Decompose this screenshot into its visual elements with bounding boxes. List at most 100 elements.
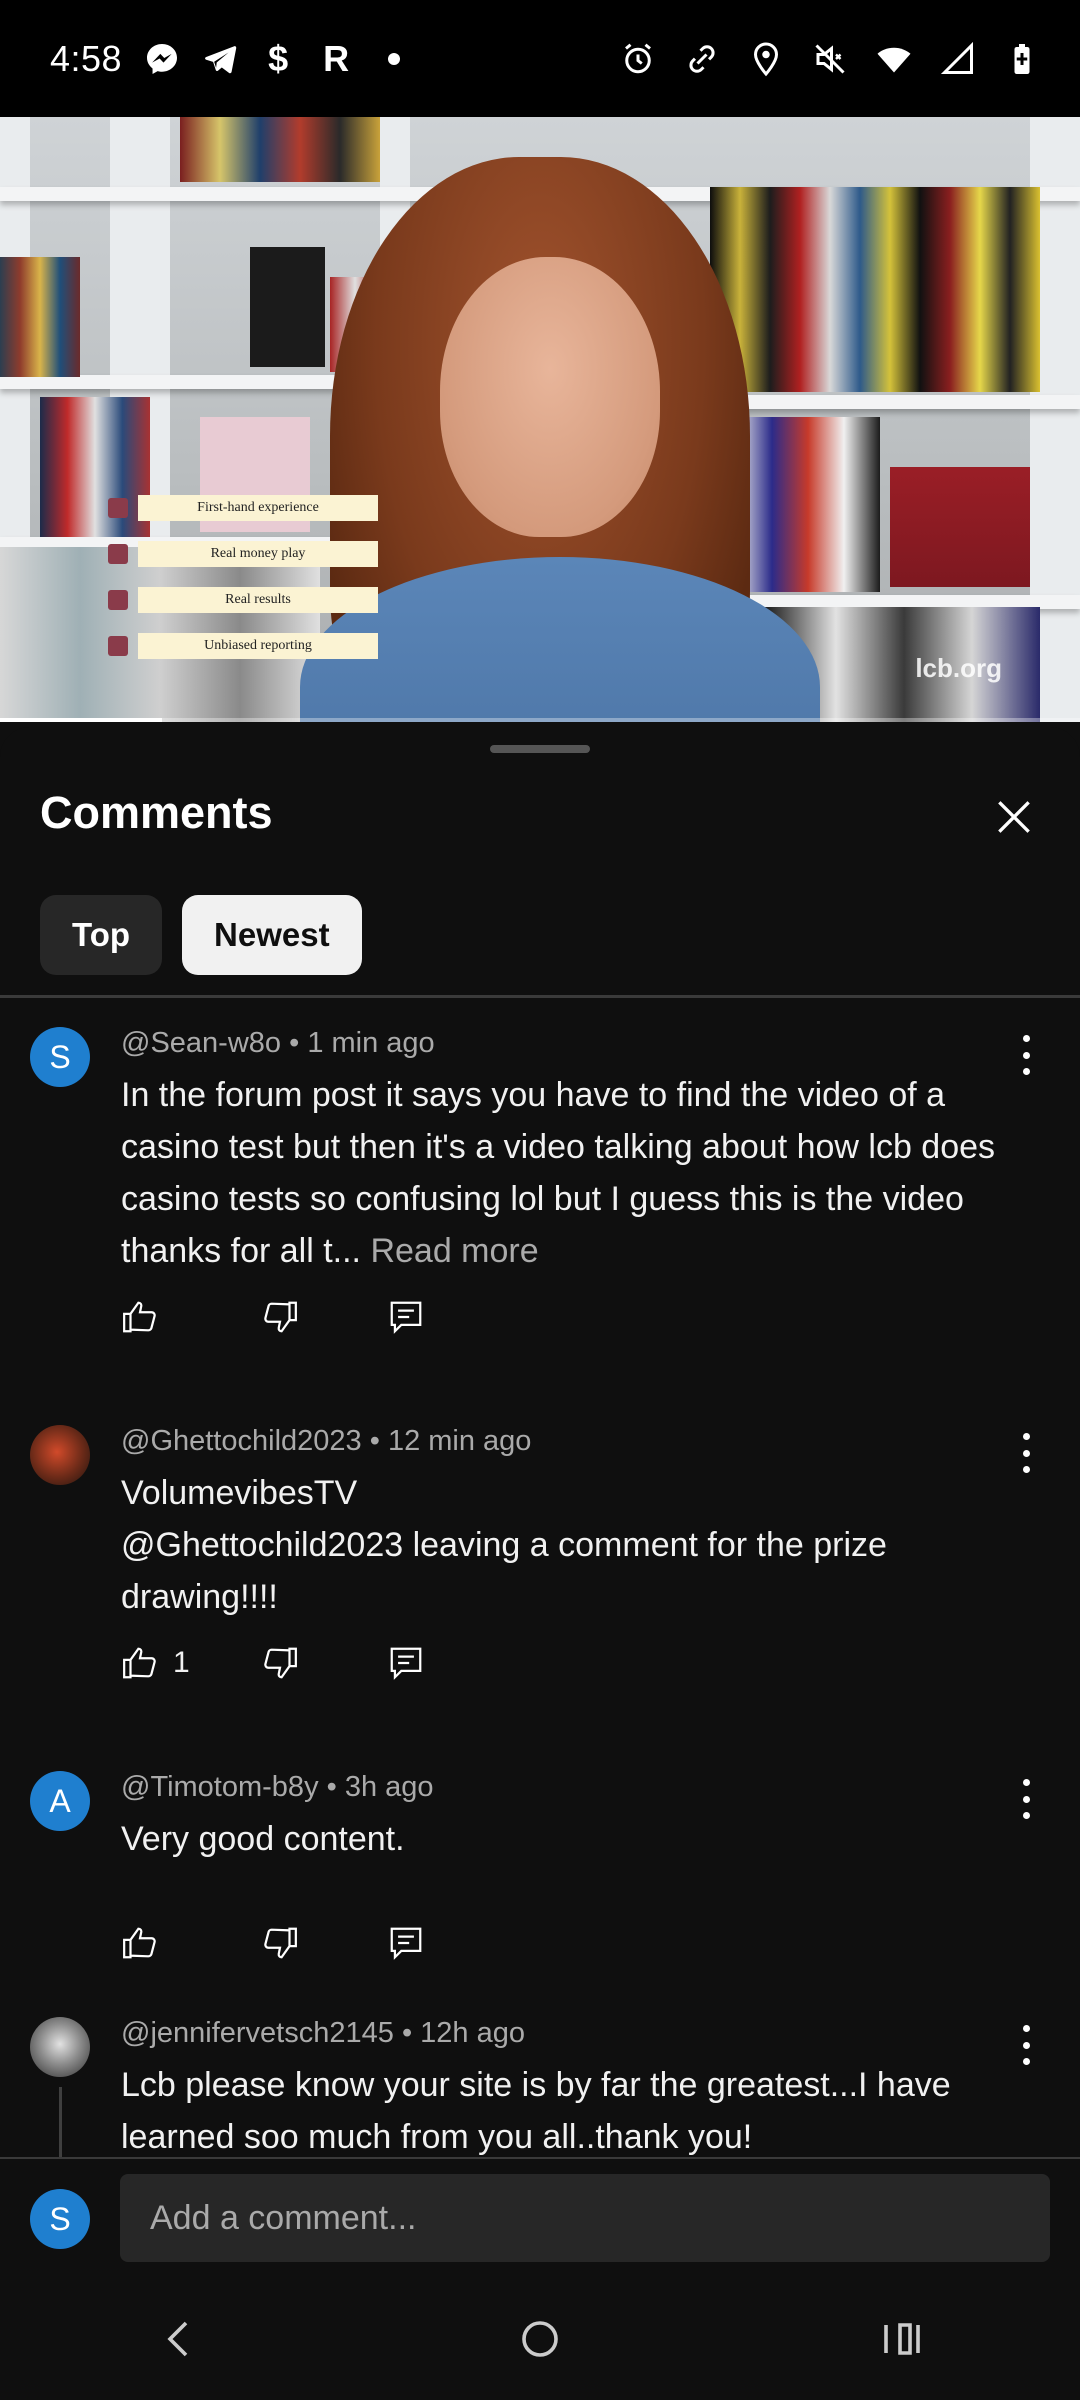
hand-badge-icon	[108, 636, 128, 656]
avatar[interactable]: S	[30, 1027, 90, 1087]
comment-author[interactable]: @Sean-w8o	[121, 1027, 281, 1059]
hand-badge-icon	[108, 544, 128, 564]
comment-author[interactable]: @Ghettochild2023	[121, 1425, 362, 1457]
close-icon	[998, 801, 1030, 833]
dollar-icon: $	[268, 37, 289, 79]
recents-button[interactable]	[870, 2309, 930, 2369]
comments-sheet: Comments Top Newest S @Sean-w8o • 1 min …	[0, 727, 1080, 2157]
dot-icon	[376, 41, 412, 77]
signal-icon	[940, 41, 976, 77]
overlay-label: First-hand experience	[138, 495, 378, 521]
like-button[interactable]	[121, 1297, 261, 1337]
books	[250, 247, 325, 367]
thumbs-down-icon	[264, 1647, 297, 1679]
books	[890, 467, 1030, 587]
r-app-icon: R	[323, 37, 350, 79]
comment-body: VolumevibesTV @Ghettochild2023 leaving a…	[121, 1474, 887, 1616]
comment-body: Lcb please know your site is by far the …	[121, 2066, 951, 2156]
comment-more-button[interactable]	[1018, 1779, 1034, 1819]
comment-meta: @Sean-w8o • 1 min ago	[121, 1027, 435, 1059]
recents-icon	[884, 2322, 920, 2355]
status-time: 4:58	[50, 37, 123, 79]
read-more-link[interactable]: Read more	[370, 1232, 538, 1270]
filter-newest-chip[interactable]: Newest	[182, 895, 362, 975]
like-count: 1	[173, 1646, 190, 1679]
home-icon	[522, 2320, 558, 2357]
comment-actions	[121, 1297, 425, 1337]
comment-time: 12h ago	[420, 2017, 525, 2049]
add-comment-input[interactable]: Add a comment...	[120, 2174, 1050, 2262]
comment-filter-chips: Top Newest	[40, 895, 362, 975]
overlay-item: Real results	[108, 587, 378, 613]
comment-more-button[interactable]	[1018, 1433, 1034, 1473]
reply-button[interactable]	[387, 1297, 425, 1337]
avatar[interactable]	[30, 1425, 90, 1485]
like-button[interactable]	[121, 1923, 261, 1963]
comment-actions: 1	[121, 1643, 425, 1683]
like-button[interactable]: 1	[121, 1643, 261, 1683]
wifi-icon	[876, 41, 912, 77]
reply-button[interactable]	[387, 1643, 425, 1683]
messenger-icon	[144, 41, 180, 77]
comment-more-button[interactable]	[1018, 1035, 1034, 1075]
reply-button[interactable]	[387, 1923, 425, 1963]
overlay-label: Unbiased reporting	[138, 633, 378, 659]
comment-meta: @Timotom-b8y • 3h ago	[121, 1771, 434, 1803]
thumbs-up-icon	[123, 1301, 156, 1333]
avatar[interactable]: A	[30, 1771, 90, 1831]
video-overlay-list: First-hand experience Real money play Re…	[108, 495, 378, 659]
comments-title: Comments	[40, 787, 273, 838]
comment-body: In the forum post it says you have to fi…	[121, 1076, 996, 1270]
dislike-button[interactable]	[261, 1297, 387, 1337]
overlay-label: Real money play	[138, 541, 378, 567]
comments-list: S @Sean-w8o • 1 min ago In the forum pos…	[0, 1027, 1080, 1877]
dislike-button[interactable]	[261, 1643, 387, 1683]
hand-badge-icon	[108, 590, 128, 610]
video-watermark: lcb.org	[915, 653, 1002, 683]
comment-meta: @jennifervetsch2145 • 12h ago	[121, 2017, 525, 2049]
filter-top-chip[interactable]: Top	[40, 895, 163, 975]
hand-badge-icon	[108, 498, 128, 518]
reply-icon	[390, 1647, 422, 1680]
reply-icon	[390, 1301, 422, 1334]
battery-charging-icon	[1004, 41, 1040, 77]
notification-icons: $ R	[144, 37, 412, 79]
comment-more-button[interactable]	[1018, 2025, 1034, 2065]
location-icon	[748, 41, 784, 77]
comment-time: 12 min ago	[387, 1425, 532, 1457]
overlay-label: Real results	[138, 587, 378, 613]
mute-icon	[812, 41, 848, 77]
comment-author[interactable]: @jennifervetsch2145	[121, 2017, 394, 2049]
comment-item: @jennifervetsch2145 • 12h ago Lcb please…	[0, 2017, 1080, 2157]
status-bar: 4:58 $ R	[0, 0, 1080, 117]
system-nav-bar	[0, 2277, 1080, 2400]
books	[180, 117, 380, 182]
dislike-button[interactable]	[261, 1923, 387, 1963]
overlay-item: Real money play	[108, 541, 378, 567]
divider	[0, 995, 1080, 998]
back-icon	[167, 2321, 188, 2356]
alarm-icon	[620, 41, 656, 77]
back-button[interactable]	[150, 2309, 210, 2369]
reply-icon	[390, 1927, 422, 1960]
overlay-item: Unbiased reporting	[108, 633, 378, 659]
thumbs-up-icon	[123, 1927, 156, 1959]
thumbs-down-icon	[264, 1301, 297, 1333]
comment-author[interactable]: @Timotom-b8y	[121, 1771, 319, 1803]
video-player[interactable]: First-hand experience Real money play Re…	[0, 117, 1080, 722]
video-progress-fill	[0, 718, 162, 722]
avatar[interactable]	[30, 2017, 90, 2077]
thread-line	[59, 2087, 62, 2157]
telegram-icon	[202, 41, 238, 77]
comment-time: 1 min ago	[307, 1027, 435, 1059]
video-progress-bar[interactable]	[0, 718, 1080, 722]
thumbs-up-icon	[123, 1647, 156, 1679]
avatar[interactable]: S	[30, 2189, 90, 2249]
home-button[interactable]	[510, 2309, 570, 2369]
close-button[interactable]	[984, 787, 1044, 847]
presenter-face	[440, 257, 660, 537]
comment-meta: @Ghettochild2023 • 12 min ago	[121, 1425, 532, 1457]
sheet-drag-handle[interactable]	[490, 745, 590, 753]
comment-actions	[121, 1923, 425, 1963]
link-icon	[684, 41, 720, 77]
